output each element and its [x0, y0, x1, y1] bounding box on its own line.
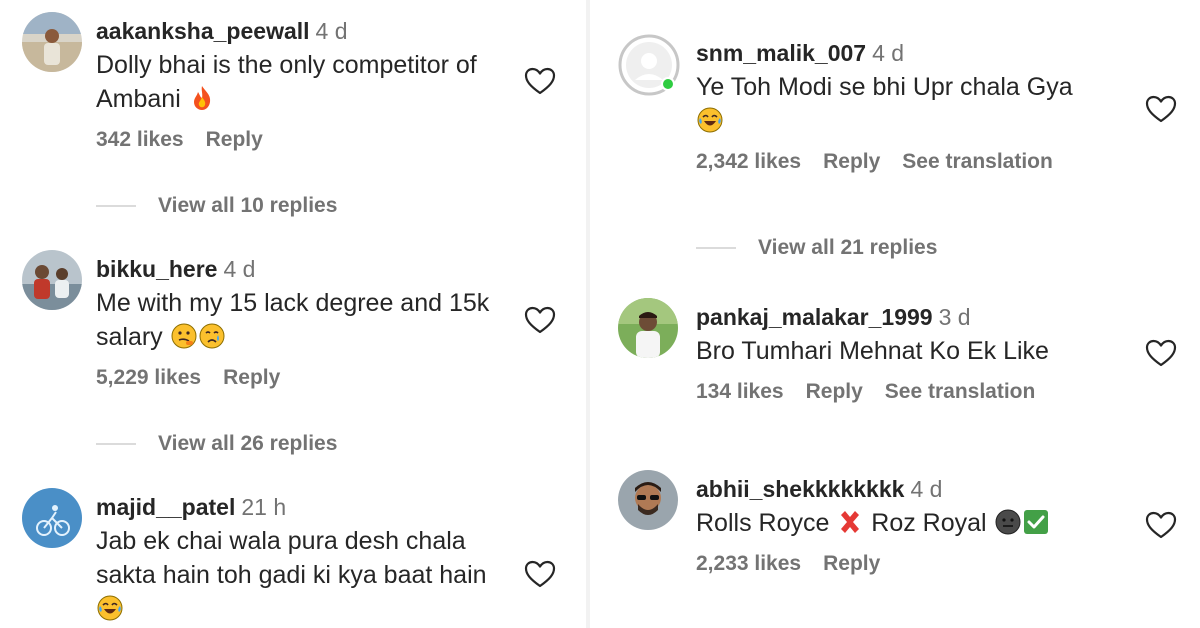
likes-count[interactable]: 2,342 likes	[696, 150, 801, 173]
reply-button[interactable]: Reply	[823, 552, 880, 575]
comment-line: sakta hain toh gadi ki kya baat hain	[96, 561, 487, 589]
comment-text: Ye Toh Modi se bhi Upr chala Gya	[696, 70, 1146, 138]
comment-line-text: Roz Royal	[871, 509, 987, 537]
comment-text: Jab ek chai wala pura desh chala sakta h…	[96, 524, 536, 626]
comment-header: abhii_shekkkkkkkk 4 d	[696, 474, 1146, 504]
comment-line-text: Ambani	[96, 85, 181, 113]
comment-line: Jab ek chai wala pura desh chala	[96, 527, 466, 555]
comment-meta: 5,229 likes Reply	[96, 366, 536, 390]
replies-divider	[96, 205, 136, 207]
thinking-face-emoji-icon	[170, 322, 198, 350]
like-heart-icon[interactable]	[1145, 94, 1177, 124]
view-replies-label: View all 26 replies	[158, 432, 338, 455]
comment-meta: 134 likes Reply See translation	[696, 380, 1146, 404]
comment-text: Me with my 15 lack degree and 15k salary	[96, 286, 536, 354]
likes-count[interactable]: 342 likes	[96, 128, 184, 151]
comment-content: snm_malik_007 4 d Ye Toh Modi se bhi Upr …	[696, 38, 1146, 174]
comment-line-text: Rolls Royce	[696, 509, 830, 537]
username[interactable]: bikku_here	[96, 256, 217, 282]
comment-header: snm_malik_007 4 d	[696, 38, 1146, 68]
comment-text: Rolls Royce Roz Royal	[696, 506, 1146, 540]
right-comments-panel: snm_malik_007 4 d Ye Toh Modi se bhi Upr …	[590, 0, 1200, 628]
view-replies-label: View all 21 replies	[758, 236, 938, 259]
reply-button[interactable]: Reply	[206, 128, 263, 151]
comment-content: majid__patel 21 h Jab ek chai wala pura d…	[96, 492, 536, 626]
likes-count[interactable]: 5,229 likes	[96, 366, 201, 389]
comment-line: Ambani	[96, 82, 536, 116]
username[interactable]: snm_malik_007	[696, 40, 866, 66]
timestamp: 21 h	[241, 494, 287, 520]
username[interactable]: majid__patel	[96, 494, 235, 520]
comment-text: Bro Tumhari Mehnat Ko Ek Like	[696, 334, 1146, 368]
timestamp: 4 d	[910, 476, 943, 502]
comment-header: bikku_here 4 d	[96, 254, 536, 284]
check-mark-emoji-icon	[1022, 508, 1050, 536]
reply-button[interactable]: Reply	[223, 366, 280, 389]
view-replies-link[interactable]: View all 26 replies	[96, 432, 337, 456]
comment-content: aakanksha_peewall 4 d Dolly bhai is the o…	[96, 16, 536, 152]
comment-header: majid__patel 21 h	[96, 492, 536, 522]
avatar[interactable]	[22, 12, 82, 72]
timestamp: 4 d	[223, 256, 256, 282]
see-translation-link[interactable]: See translation	[902, 150, 1053, 173]
comment-line: Bro Tumhari Mehnat Ko Ek Like	[696, 337, 1049, 365]
avatar[interactable]	[618, 470, 678, 530]
comment-line: salary	[96, 320, 536, 354]
comment-content: abhii_shekkkkkkkk 4 d Rolls Royce Roz Roy…	[696, 474, 1146, 576]
see-translation-link[interactable]: See translation	[885, 380, 1036, 403]
dark-face-emoji-icon	[994, 508, 1022, 536]
view-replies-label: View all 10 replies	[158, 194, 338, 217]
like-heart-icon[interactable]	[524, 305, 556, 335]
cross-mark-emoji-icon	[836, 508, 864, 536]
like-heart-icon[interactable]	[524, 66, 556, 96]
like-heart-icon[interactable]	[524, 559, 556, 589]
timestamp: 3 d	[938, 304, 971, 330]
comment-line: Ye Toh Modi se bhi Upr chala Gya	[696, 73, 1073, 101]
laughing-tears-emoji-icon	[696, 106, 724, 134]
laughing-tears-emoji-icon	[96, 594, 124, 622]
avatar[interactable]	[22, 250, 82, 310]
replies-divider	[96, 443, 136, 445]
avatar-photo-icon	[22, 250, 82, 310]
avatar-photo-icon	[22, 488, 82, 548]
replies-divider	[696, 247, 736, 249]
username[interactable]: pankaj_malakar_1999	[696, 304, 933, 330]
default-profile-icon	[618, 34, 680, 96]
reply-button[interactable]: Reply	[823, 150, 880, 173]
comment-text: Dolly bhai is the only competitor of Amb…	[96, 48, 536, 116]
like-heart-icon[interactable]	[1145, 510, 1177, 540]
comment-line: Dolly bhai is the only competitor of	[96, 51, 477, 79]
avatar[interactable]	[618, 34, 680, 96]
comment-content: bikku_here 4 d Me with my 15 lack degree …	[96, 254, 536, 390]
avatar-photo-icon	[22, 12, 82, 72]
comment-header: pankaj_malakar_1999 3 d	[696, 302, 1146, 332]
avatar-photo-icon	[618, 298, 678, 358]
view-replies-link[interactable]: View all 10 replies	[96, 194, 337, 218]
username[interactable]: aakanksha_peewall	[96, 18, 310, 44]
comment-line: Me with my 15 lack degree and 15k	[96, 289, 490, 317]
comment-line: Rolls Royce Roz Royal	[696, 506, 1146, 540]
like-heart-icon[interactable]	[1145, 338, 1177, 368]
comment-header: aakanksha_peewall 4 d	[96, 16, 536, 46]
avatar[interactable]	[618, 298, 678, 358]
crying-face-emoji-icon	[198, 322, 226, 350]
view-replies-link[interactable]: View all 21 replies	[696, 236, 937, 260]
avatar-photo-icon	[618, 470, 678, 530]
left-comments-panel: aakanksha_peewall 4 d Dolly bhai is the o…	[0, 0, 586, 628]
likes-count[interactable]: 134 likes	[696, 380, 784, 403]
comment-content: pankaj_malakar_1999 3 d Bro Tumhari Mehna…	[696, 302, 1146, 404]
comment-line-text: salary	[96, 323, 163, 351]
comment-meta: 2,342 likes Reply See translation	[696, 150, 1146, 174]
avatar[interactable]	[22, 488, 82, 548]
comment-meta: 2,233 likes Reply	[696, 552, 1146, 576]
timestamp: 4 d	[872, 40, 905, 66]
reply-button[interactable]: Reply	[806, 380, 863, 403]
comment-line	[96, 592, 536, 626]
timestamp: 4 d	[315, 18, 348, 44]
likes-count[interactable]: 2,233 likes	[696, 552, 801, 575]
comment-line	[696, 104, 1146, 138]
comment-meta: 342 likes Reply	[96, 128, 536, 152]
fire-emoji-icon	[188, 84, 216, 112]
username[interactable]: abhii_shekkkkkkkk	[696, 476, 904, 502]
